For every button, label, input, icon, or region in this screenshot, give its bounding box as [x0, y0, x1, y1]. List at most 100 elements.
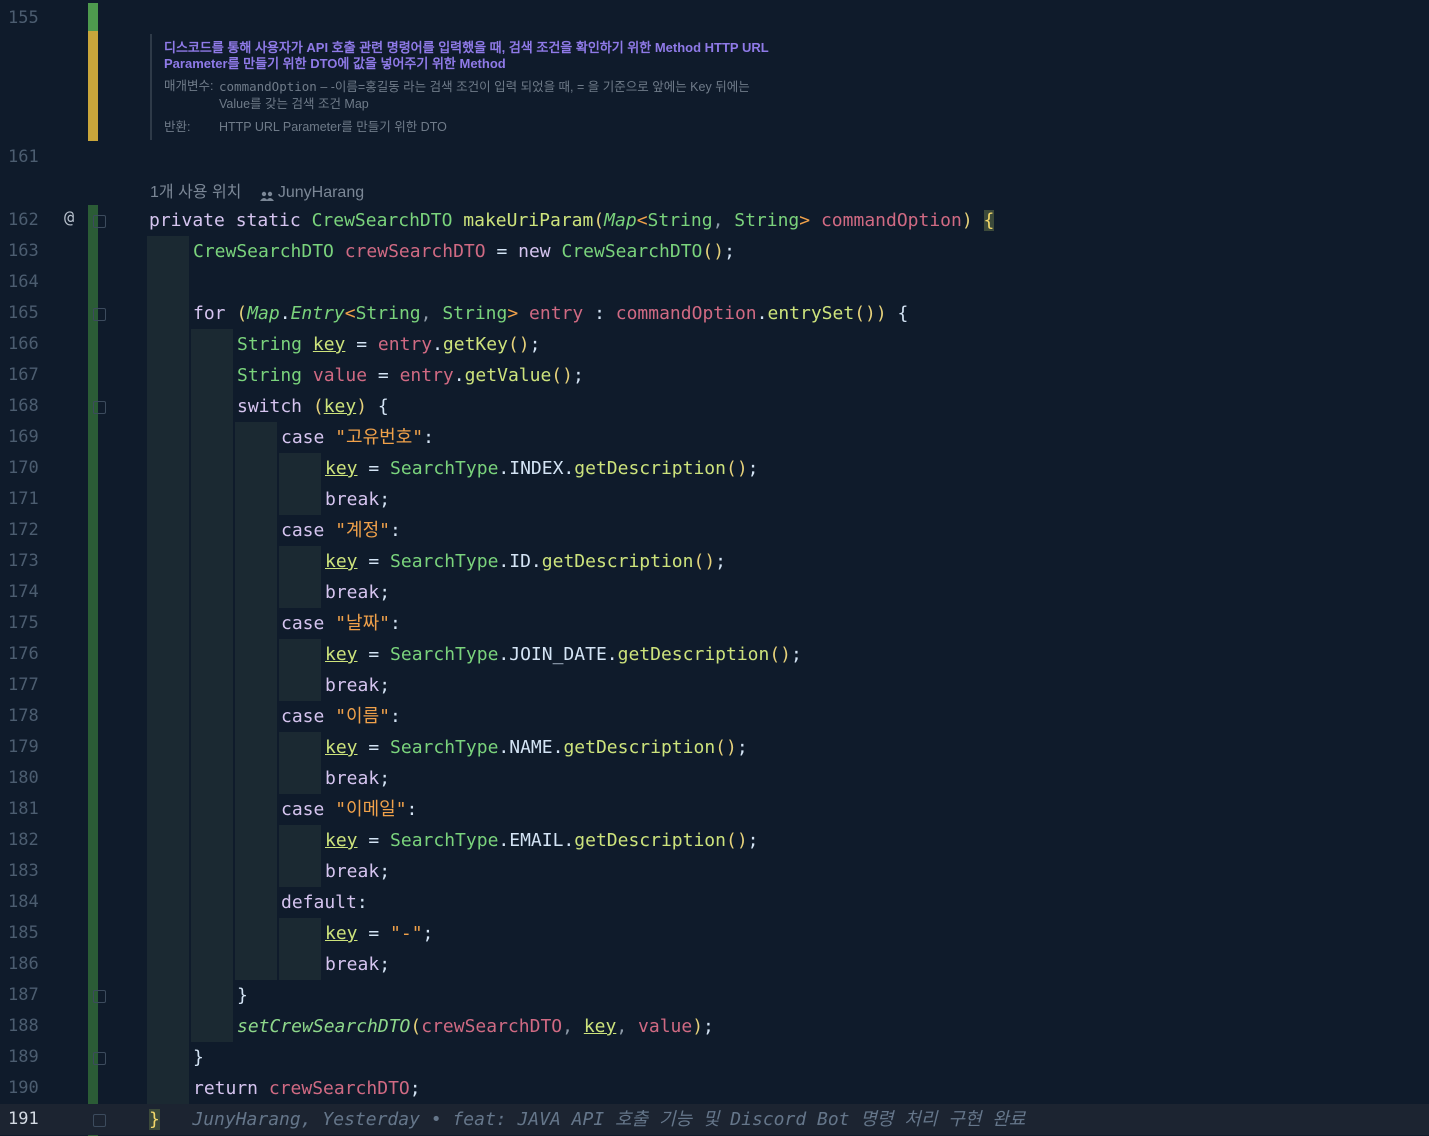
code-line[interactable]: 190 return crewSearchDTO;: [0, 1073, 1429, 1104]
code-token: .INDEX.: [498, 458, 575, 479]
code-line[interactable]: 162 private static CrewSearchDTO makeUriP…: [0, 205, 1429, 236]
code-token: (): [507, 334, 530, 355]
fold-marker-icon[interactable]: [93, 308, 106, 321]
indent-guide: [191, 515, 233, 546]
doc-param-name: commandOption: [219, 79, 317, 94]
code-line[interactable]: 185 key = "-";: [0, 918, 1429, 949]
code-line[interactable]: 176 key = SearchType.JOIN_DATE.getDescrip…: [0, 639, 1429, 670]
code-token: break: [325, 768, 380, 789]
indent-guide: [191, 484, 233, 515]
code-line[interactable]: 173 key = SearchType.ID.getDescription();: [0, 546, 1429, 577]
code-token: =: [357, 644, 391, 665]
code-token: ;: [572, 365, 584, 386]
code-token: .: [432, 334, 443, 355]
doc-return-desc: HTTP URL Parameter를 만들기 위한 DTO: [219, 120, 447, 134]
code-line[interactable]: 169 case "고유번호":: [0, 422, 1429, 453]
code-line[interactable]: 170 key = SearchType.INDEX.getDescription…: [0, 453, 1429, 484]
code-token: >: [799, 210, 821, 231]
fold-marker-icon[interactable]: [93, 1114, 106, 1127]
code-text: default:: [281, 887, 368, 918]
fold-marker-icon[interactable]: [93, 990, 106, 1003]
code-token: entrySet: [767, 303, 855, 324]
code-token: SearchType: [390, 737, 499, 758]
code-line[interactable]: 183 break;: [0, 856, 1429, 887]
code-line[interactable]: 163 CrewSearchDTO crewSearchDTO = new Cre…: [0, 236, 1429, 267]
line-number: 171: [8, 489, 39, 509]
vcs-modified-marker[interactable]: [88, 31, 98, 141]
code-token: break: [325, 489, 380, 510]
line-number: 177: [8, 675, 39, 695]
code-token: :: [389, 613, 401, 634]
fold-marker-icon[interactable]: [93, 1052, 106, 1065]
code-token: Entry: [290, 303, 345, 324]
code-line[interactable]: 175 case "날짜":: [0, 608, 1429, 639]
code-token: key: [325, 551, 358, 572]
code-line[interactable]: 188 setCrewSearchDTO(crewSearchDTO, key, …: [0, 1011, 1429, 1042]
code-token: CrewSearchDTO: [193, 241, 345, 262]
code-line[interactable]: 186 break;: [0, 949, 1429, 980]
code-text: for (Map.Entry<String, String> entry : c…: [193, 298, 908, 329]
fold-marker-icon[interactable]: [93, 215, 106, 228]
code-text: key = SearchType.EMAIL.getDescription();: [325, 825, 759, 856]
code-line[interactable]: 164: [0, 267, 1429, 298]
indent-guide: [147, 887, 189, 918]
line-number: 189: [8, 1047, 39, 1067]
indent-guide: [235, 856, 277, 887]
indent-guide: [191, 360, 233, 391]
indent-guide: [191, 329, 233, 360]
code-token: default: [281, 892, 357, 913]
code-token: ;: [791, 644, 802, 665]
indent-guide: [147, 1011, 189, 1042]
code-line[interactable]: 180 break;: [0, 763, 1429, 794]
line-number: 170: [8, 458, 39, 478]
vcs-added-marker[interactable]: [88, 3, 98, 31]
code-text: }: [193, 1042, 204, 1073]
code-token: SearchType: [390, 830, 499, 851]
code-line[interactable]: 166 String key = entry.getKey();: [0, 329, 1429, 360]
code-line[interactable]: 177 break;: [0, 670, 1429, 701]
code-token: key: [325, 458, 358, 479]
code-text: case "이메일":: [281, 794, 417, 825]
code-line[interactable]: 168 switch (key) {: [0, 391, 1429, 422]
code-token: ;: [379, 861, 391, 882]
code-line[interactable]: 172 case "계정":: [0, 515, 1429, 546]
code-line[interactable]: 181 case "이메일":: [0, 794, 1429, 825]
code-token: SearchType: [390, 551, 499, 572]
line-number: 162: [8, 210, 39, 230]
indent-guide: [147, 298, 189, 329]
line-number: 174: [8, 582, 39, 602]
author-link[interactable]: JunyHarang: [259, 184, 364, 201]
code-line[interactable]: 174 break;: [0, 577, 1429, 608]
code-text: setCrewSearchDTO(crewSearchDTO, key, val…: [237, 1011, 714, 1042]
usages-link[interactable]: 1개 사용 위치: [150, 184, 241, 201]
indent-guide: [235, 453, 277, 484]
code-line[interactable]: 184 default:: [0, 887, 1429, 918]
code-line[interactable]: 178 case "이름":: [0, 701, 1429, 732]
code-token: }: [237, 985, 248, 1006]
code-token: {: [897, 303, 909, 324]
indent-guide: [235, 608, 277, 639]
code-text: break;: [325, 577, 390, 608]
code-token: for: [193, 303, 237, 324]
line-number: 166: [8, 334, 39, 354]
code-line[interactable]: 191} JunyHarang, Yesterday • feat: JAVA …: [0, 1104, 1429, 1135]
code-line[interactable]: 187}: [0, 980, 1429, 1011]
code-line[interactable]: 165 for (Map.Entry<String, String> entry …: [0, 298, 1429, 329]
code-line[interactable]: 167 String value = entry.getValue();: [0, 360, 1429, 391]
indent-guide: [147, 825, 189, 856]
code-line[interactable]: 179 key = SearchType.NAME.getDescription(…: [0, 732, 1429, 763]
indent-guide: [147, 732, 189, 763]
indent-guide: [191, 794, 233, 825]
indent-guide: [147, 391, 189, 422]
fold-marker-icon[interactable]: [93, 401, 106, 414]
code-editor[interactable]: 155 161 @ 디스코드를 통해 사용자가 API 호출 관련 명령어를 입…: [0, 0, 1429, 1136]
code-text: key = SearchType.INDEX.getDescription();: [325, 453, 759, 484]
code-text: String value = entry.getValue();: [237, 360, 584, 391]
code-token: private static: [149, 210, 312, 231]
code-line[interactable]: 171 break;: [0, 484, 1429, 515]
code-line[interactable]: 189}: [0, 1042, 1429, 1073]
indent-guide: [147, 856, 189, 887]
code-line[interactable]: 182 key = SearchType.EMAIL.getDescription…: [0, 825, 1429, 856]
doc-return-label: 반환:: [164, 120, 191, 134]
line-number: 184: [8, 892, 39, 912]
